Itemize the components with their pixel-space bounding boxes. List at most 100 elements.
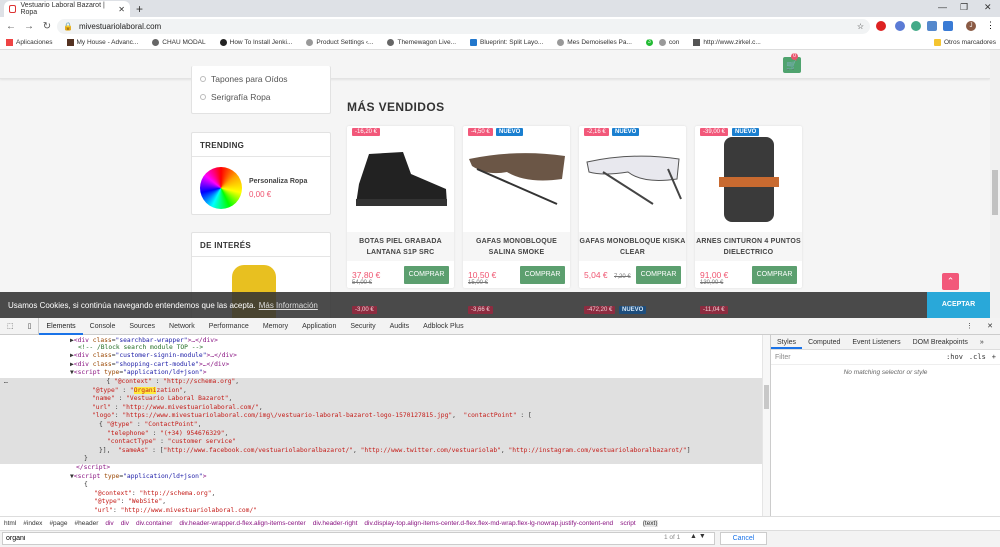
bookmark[interactable]: CHAU MODAL [152,39,206,46]
breadcrumb-item[interactable]: #header [75,520,99,527]
cancel-search-button[interactable]: Cancel [720,532,767,545]
tab-dom-breakpoints[interactable]: DOM Breakpoints [907,335,974,349]
styles-filter[interactable]: Filter :hov .cls + [771,350,1000,365]
hov-toggle[interactable]: :hov [946,353,963,361]
minimize-button[interactable]: — [938,2,947,12]
breadcrumb-item[interactable]: div.container [136,520,172,527]
close-window-button[interactable]: ✕ [984,2,992,13]
product-name[interactable]: GAFAS MONOBLOQUE SALINA SMOKE [463,232,570,261]
product-card[interactable]: -2,16 € NUEVO GAFAS MONOBLOQUE KISKA CLE… [579,126,686,288]
breadcrumb-item[interactable]: #index [23,520,42,527]
product-card[interactable]: -472,20 € NUEVO [579,304,686,318]
breadcrumb-item[interactable]: div.header-wrapper.d-flex.align-items-ce… [179,520,305,527]
extension-icon[interactable] [927,21,937,31]
tab-sources[interactable]: Sources [122,318,162,335]
product-name[interactable]: BOTAS PIEL GRABADA LANTANA S1P SRC [347,232,454,261]
tab-audits[interactable]: Audits [383,318,416,335]
profile-avatar[interactable]: J [966,21,976,31]
address-bar[interactable]: 🔒 mivestuariolaboral.com ☆ [57,19,870,34]
extension-icon[interactable] [895,21,905,31]
tab-memory[interactable]: Memory [256,318,295,335]
star-icon[interactable]: ☆ [857,22,864,31]
tab-computed[interactable]: Computed [802,335,846,349]
product-image[interactable] [463,126,570,232]
elements-scrollbar[interactable] [762,335,770,516]
bookmark[interactable]: How To Install Jenki... [219,39,292,46]
product-image[interactable] [695,126,802,232]
product-card[interactable]: -39,00 € NUEVO ARNES CINTURON 4 PUNTOS D… [695,126,802,288]
browser-tab[interactable]: Vestuario Laboral Bazarot | Ropa ✕ [4,1,130,17]
close-devtools-icon[interactable]: ✕ [980,318,1000,335]
cls-toggle[interactable]: .cls [969,353,986,361]
product-name[interactable]: ARNES CINTURON 4 PUNTOS DIELECTRICO [695,232,802,261]
breadcrumb-item[interactable]: html [4,520,16,527]
more-options-icon[interactable]: ⋮ [959,318,980,335]
device-toggle-icon[interactable]: ▯ [21,317,40,335]
breadcrumb-item[interactable]: #page [49,520,67,527]
page-scrollbar-thumb[interactable] [992,170,998,215]
bookmark-apps[interactable]: Aplicaciones [6,39,53,46]
close-tab-icon[interactable]: ✕ [118,5,125,14]
product-image[interactable] [347,126,454,232]
tab-security[interactable]: Security [343,318,382,335]
tab-styles[interactable]: Styles [771,335,803,349]
new-tab-button[interactable]: + [136,2,143,16]
bookmark[interactable]: http://www.zirkel.c... [693,39,761,46]
breadcrumb-item[interactable]: (text) [642,520,658,527]
tab-application[interactable]: Application [295,318,343,335]
bookmark[interactable]: 3 [645,39,653,46]
search-prev-next[interactable]: ▲ ▼ [690,533,706,540]
buy-button[interactable]: COMPRAR [636,266,681,284]
scroll-to-top-button[interactable]: ⌃ [942,273,959,290]
elements-tree[interactable]: ▶<div class="searchbar-wrapper">…</div> … [0,335,762,516]
adblock-icon[interactable] [876,21,886,31]
product-name[interactable]: GAFAS MONOBLOQUE KISKA CLEAR [579,232,686,261]
search-input[interactable] [2,532,715,545]
tab-adblock-plus[interactable]: Adblock Plus [416,318,470,335]
bookmark[interactable]: Mes Demoiselles Pa... [557,39,632,46]
other-bookmarks[interactable]: Otros marcadores [933,39,996,46]
inspect-icon[interactable]: ⬚ [0,318,21,335]
product-card[interactable]: -3,00 € [347,304,454,318]
breadcrumb-item[interactable]: div [121,520,129,527]
product-image[interactable] [579,126,686,232]
breadcrumb-item[interactable]: div.header-right [313,520,358,527]
extension-icon[interactable] [943,21,953,31]
restore-button[interactable]: ❐ [960,2,968,13]
tab-event-listeners[interactable]: Event Listeners [846,335,906,349]
tab-performance[interactable]: Performance [202,318,256,335]
breadcrumb-item[interactable]: div [105,520,113,527]
product-card[interactable]: -4,50 € NUEVO GAFAS MONOBLOQUE SALINA SM… [463,126,570,288]
trending-product-name[interactable]: Personaliza Ropa [249,178,307,185]
bookmark[interactable]: con [658,39,679,46]
accept-cookies-button[interactable]: ACEPTAR [927,292,990,318]
add-rule-icon[interactable]: + [992,353,996,361]
filter-input[interactable]: Filter [775,354,791,361]
tab-network[interactable]: Network [162,318,202,335]
buy-button[interactable]: COMPRAR [752,266,797,284]
bookmark[interactable]: My House - Advanc... [66,39,138,46]
buy-button[interactable]: COMPRAR [404,266,449,284]
product-thumbnail[interactable] [200,167,242,209]
product-card[interactable]: -11,04 € [695,304,802,318]
more-tabs-icon[interactable]: » [974,335,990,349]
bookmark[interactable]: Product Settings ‹... [306,39,373,46]
tab-console[interactable]: Console [83,318,123,335]
more-info-link[interactable]: Más Información [259,301,318,310]
product-card[interactable]: -3,66 € [463,304,570,318]
breadcrumb-item[interactable]: script [620,520,636,527]
menu-icon[interactable]: ⋮ [986,20,995,31]
product-price: 5,04 € [584,270,608,280]
reload-icon[interactable]: ↻ [40,21,54,32]
product-card[interactable]: -16,20 € BOTAS PIEL GRABADA LANTANA S1P … [347,126,454,288]
category-link[interactable]: Serigrafía Ropa [192,88,330,106]
breadcrumb-item[interactable]: div.display-top.align-items-center.d-fle… [364,520,613,527]
forward-icon[interactable]: → [22,21,36,32]
back-icon[interactable]: ← [4,21,18,32]
bookmark[interactable]: Blueprint: Split Layo... [470,39,543,46]
extension-icon[interactable] [911,21,921,31]
buy-button[interactable]: COMPRAR [520,266,565,284]
tab-elements[interactable]: Elements [39,318,83,335]
category-link[interactable]: Tapones para Oídos [192,70,330,88]
bookmark[interactable]: Themewagon Live... [387,39,456,46]
